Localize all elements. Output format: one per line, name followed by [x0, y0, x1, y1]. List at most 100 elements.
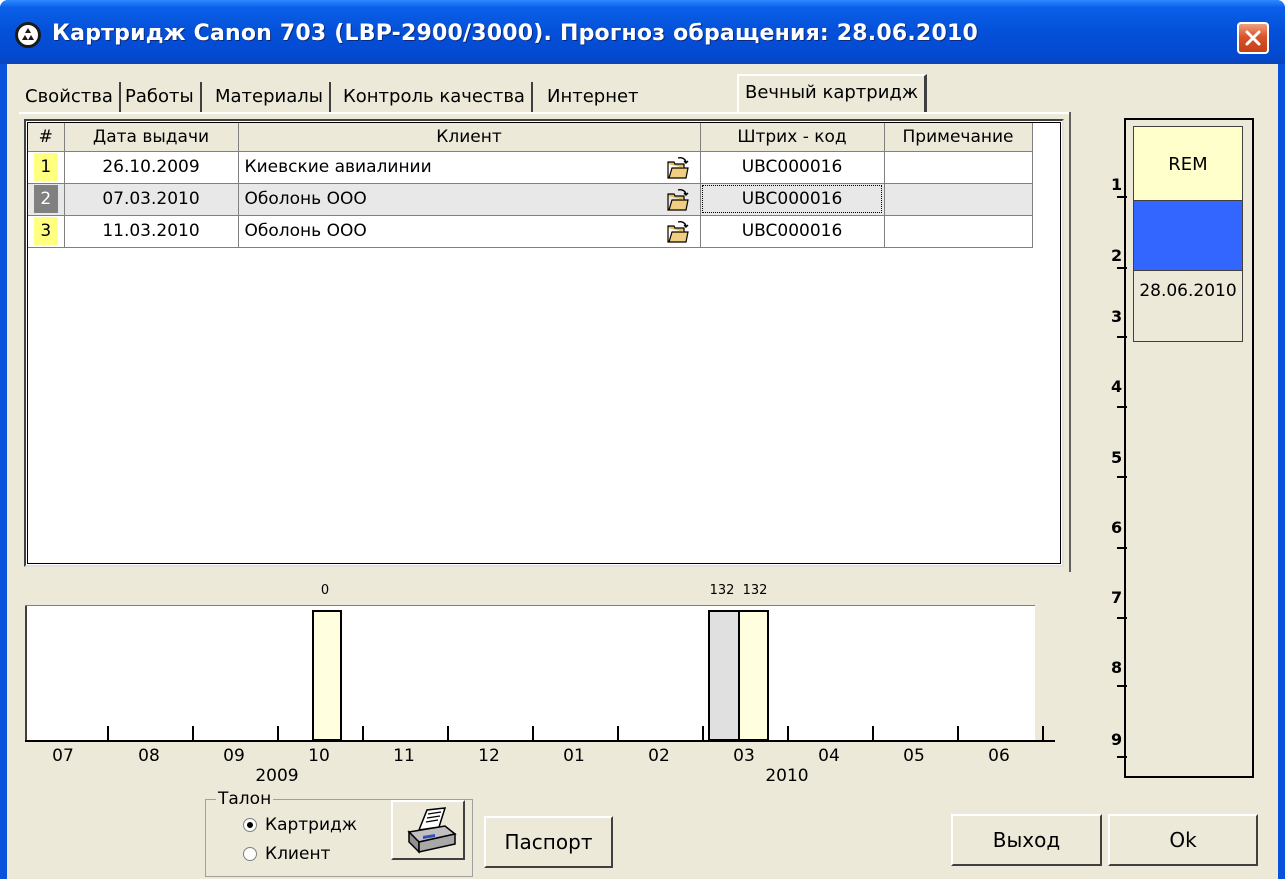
month-tick — [872, 726, 874, 740]
scale-tick — [1117, 547, 1127, 549]
folder-open-icon[interactable] — [666, 188, 690, 212]
radio-indicator[interactable] — [243, 847, 257, 861]
table-row[interactable]: 1 26.10.2009 Киевские авиалинии UBC00001… — [28, 151, 1033, 184]
radio-cartridge[interactable]: Картридж — [243, 815, 357, 835]
timeline-area — [25, 605, 1035, 741]
col-date-header[interactable]: Дата выдачи — [64, 123, 239, 152]
close-icon — [1245, 30, 1261, 46]
table-row[interactable]: 3 11.03.2010 Оболонь ООО UBC000016 — [28, 215, 1033, 248]
note-cell[interactable] — [884, 183, 1033, 216]
month-tick — [617, 726, 619, 740]
radio-client[interactable]: Клиент — [243, 844, 330, 864]
timeline-top-line — [25, 605, 1035, 606]
issuance-bar[interactable] — [312, 610, 342, 741]
passport-button[interactable]: Паспорт — [484, 816, 613, 868]
client-cell[interactable]: Киевские авиалинии — [238, 151, 701, 184]
row-num-cell: 2 — [28, 183, 65, 216]
barcode-cell-focused[interactable]: UBC000016 — [700, 183, 885, 216]
folder-open-icon[interactable] — [666, 156, 690, 180]
client-cell[interactable]: Оболонь ООО — [238, 215, 701, 248]
month-label: 01 — [563, 746, 585, 766]
month-label: 02 — [648, 746, 670, 766]
tab-eternal-cartridge[interactable]: Вечный картридж — [737, 74, 928, 112]
timeline-axis — [25, 740, 1055, 742]
issuance-grid[interactable]: # Дата выдачи Клиент Штрих - код Примеча… — [24, 119, 1064, 567]
scale-tick — [1117, 267, 1127, 269]
bar-label: 132 — [742, 583, 768, 598]
rem-box: REM 28.06.2010 — [1133, 126, 1243, 342]
window-title: Картридж Canon 703 (LBP-2900/3000). Прог… — [52, 21, 978, 46]
month-tick — [107, 726, 109, 740]
scale-number: 1 — [1111, 175, 1123, 194]
scale-tick — [1117, 756, 1127, 758]
title-bar[interactable]: Картридж Canon 703 (LBP-2900/3000). Прог… — [0, 0, 1285, 64]
barcode-cell[interactable]: UBC000016 — [700, 151, 885, 184]
col-barcode-header[interactable]: Штрих - код — [700, 123, 885, 152]
month-label: 11 — [393, 746, 415, 766]
scale-tick — [1117, 617, 1127, 619]
col-note-header[interactable]: Примечание — [884, 123, 1033, 152]
scale-tick — [1117, 476, 1127, 478]
col-num-header[interactable]: # — [28, 123, 65, 152]
tab-internet[interactable]: Интернет — [541, 82, 645, 112]
scale-number: 2 — [1111, 246, 1123, 265]
client-area: Свойства Работы Материалы Контроль качес… — [7, 64, 1278, 879]
col-client-header[interactable]: Клиент — [238, 123, 701, 152]
year-label: 2009 — [255, 766, 299, 786]
date-cell[interactable]: 26.10.2009 — [64, 151, 239, 184]
month-tick — [532, 726, 534, 740]
printer-icon — [407, 807, 457, 854]
tab-quality-control[interactable]: Контроль качества — [337, 82, 533, 112]
rem-indicator — [1134, 201, 1242, 271]
folder-open-icon[interactable] — [666, 220, 690, 244]
client-cell[interactable]: Оболонь ООО — [238, 183, 701, 216]
month-label: 08 — [138, 746, 160, 766]
radio-indicator[interactable] — [243, 818, 257, 832]
issuance-bar[interactable] — [738, 610, 769, 741]
tab-panel-edge — [1069, 112, 1071, 572]
client-name: Киевские авиалинии — [244, 157, 432, 177]
scale-number: 7 — [1111, 588, 1123, 607]
row-num: 2 — [33, 185, 58, 213]
month-tick — [277, 726, 279, 740]
row-num-cell: 1 — [28, 151, 65, 184]
tab-materials[interactable]: Материалы — [209, 82, 331, 112]
barcode-cell[interactable]: UBC000016 — [700, 215, 885, 248]
note-cell[interactable] — [884, 151, 1033, 184]
scale-number: 5 — [1111, 448, 1123, 467]
row-num: 3 — [33, 217, 58, 245]
rem-label: REM — [1134, 127, 1242, 201]
row-num-cell: 3 — [28, 215, 65, 248]
month-tick — [447, 726, 449, 740]
table-row-selected[interactable]: 2 07.03.2010 Оболонь ООО UBC000016 — [28, 183, 1033, 216]
date-cell[interactable]: 11.03.2010 — [64, 215, 239, 248]
issuance-bar[interactable] — [708, 610, 740, 741]
note-cell[interactable] — [884, 215, 1033, 248]
radio-label: Клиент — [265, 844, 331, 864]
scale-tick — [1117, 196, 1127, 198]
scale-number: 8 — [1111, 658, 1123, 677]
forecast-date: 28.06.2010 — [1139, 281, 1237, 301]
scale-tick — [1117, 336, 1127, 338]
month-tick — [1042, 726, 1044, 740]
tab-works[interactable]: Работы — [119, 82, 202, 112]
client-name: Оболонь ООО — [244, 189, 367, 209]
recycle-icon — [15, 22, 41, 48]
tab-properties[interactable]: Свойства — [19, 82, 121, 112]
talon-group-title: Талон — [216, 789, 274, 809]
bar-label: 0 — [320, 583, 330, 598]
print-button[interactable] — [391, 800, 465, 860]
ok-button[interactable]: Ok — [1108, 814, 1258, 866]
month-tick — [192, 726, 194, 740]
month-label: 10 — [308, 746, 330, 766]
month-tick — [362, 726, 364, 740]
exit-button[interactable]: Выход — [951, 814, 1102, 866]
month-label: 06 — [988, 746, 1010, 766]
grid-frame: # Дата выдачи Клиент Штрих - код Примеча… — [27, 122, 1061, 564]
close-button[interactable] — [1237, 22, 1269, 54]
month-label: 07 — [52, 746, 74, 766]
radio-label: Картридж — [265, 815, 358, 835]
scale-number: 4 — [1111, 377, 1123, 396]
tab-divider — [19, 112, 1071, 114]
date-cell[interactable]: 07.03.2010 — [64, 183, 239, 216]
